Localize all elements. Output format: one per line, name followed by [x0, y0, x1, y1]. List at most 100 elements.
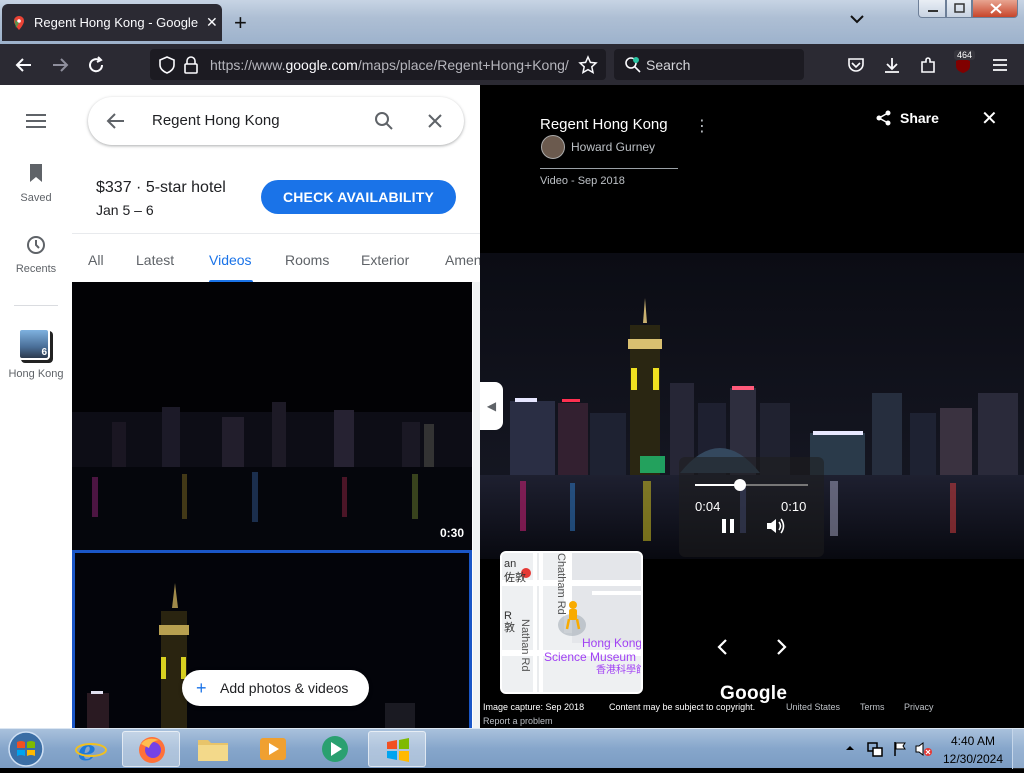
taskbar-firefox[interactable] — [122, 731, 180, 767]
address-bar[interactable]: https://www.google.com/maps/place/Regent… — [150, 49, 606, 80]
tab-close-icon[interactable]: ✕ — [206, 14, 218, 31]
windows-flag-icon — [387, 738, 409, 762]
back-arrow-icon[interactable] — [11, 52, 37, 78]
share-button[interactable]: Share — [876, 110, 939, 126]
extensions-icon[interactable] — [915, 52, 941, 78]
lock-icon[interactable] — [182, 56, 200, 74]
map-poi-chinese: 香港科學館 — [596, 663, 641, 676]
maps-left-rail: Saved Recents 6 Hong Kong — [0, 85, 72, 728]
plus-icon: + — [196, 678, 207, 698]
taskbar-media-player[interactable] — [244, 731, 302, 767]
bookmark-star-icon[interactable] — [578, 55, 598, 75]
add-photos-label: Add photos & videos — [220, 680, 349, 696]
close-viewer-icon[interactable]: ✕ — [981, 106, 998, 131]
seek-handle[interactable] — [734, 479, 747, 491]
reload-icon[interactable] — [83, 52, 109, 78]
more-options-icon[interactable]: ⋮ — [694, 116, 710, 136]
taskbar-windows-app[interactable] — [368, 731, 426, 767]
window-close-button[interactable] — [972, 0, 1018, 18]
video-thumbnail[interactable]: 0:30 — [72, 282, 472, 550]
add-photos-videos-button[interactable]: + Add photos & videos — [182, 670, 369, 706]
mini-map[interactable]: an 佐敦 R 敦 Nathan Rd Chatham Rd Hong Kong… — [500, 551, 643, 694]
next-arrow-icon[interactable] — [775, 637, 789, 657]
clock-date: 12/30/2024 — [942, 752, 1004, 766]
svg-text:敦: 敦 — [504, 620, 515, 634]
menu-icon[interactable] — [25, 113, 47, 129]
show-desktop-button[interactable] — [1012, 729, 1024, 769]
street-map: an 佐敦 R 敦 Nathan Rd Chatham Rd Hong Kong… — [502, 553, 641, 692]
media-player-icon — [260, 738, 286, 760]
region-link[interactable]: United States — [786, 702, 840, 712]
viewer-title: Regent Hong Kong — [540, 116, 668, 133]
firefox-icon — [139, 737, 165, 763]
total-time: 0:10 — [781, 499, 807, 514]
panel-scrollbar[interactable] — [473, 282, 480, 728]
terms-link[interactable]: Terms — [860, 702, 885, 712]
show-hidden-icons-icon[interactable] — [845, 743, 855, 753]
pause-icon[interactable] — [720, 517, 736, 535]
tab-latest[interactable]: Latest — [136, 252, 174, 268]
menu-hamburger-icon[interactable] — [987, 52, 1013, 78]
windows-taskbar: e 4:40 AM 12/30/2024 — [0, 728, 1024, 769]
svg-text:R: R — [504, 610, 512, 622]
tab-exterior[interactable]: Exterior — [361, 252, 409, 268]
bookmark-icon — [30, 164, 42, 182]
windows-logo-icon — [8, 731, 44, 767]
taskbar-app[interactable] — [306, 731, 364, 767]
recents-label: Recents — [15, 263, 57, 275]
previous-arrow-icon[interactable] — [715, 637, 729, 657]
stay-dates[interactable]: Jan 5 – 6 — [96, 202, 154, 218]
shield-icon[interactable] — [158, 56, 176, 74]
tab-all[interactable]: All — [88, 252, 104, 268]
report-problem-link[interactable]: Report a problem — [483, 716, 553, 726]
saved-button[interactable]: Saved — [0, 163, 72, 204]
share-label: Share — [900, 110, 939, 126]
header-divider — [540, 168, 678, 169]
maps-search-box[interactable]: Regent Hong Kong — [88, 97, 464, 145]
tab-amenities[interactable]: Amenities — [445, 252, 480, 268]
window-minimize-button[interactable] — [918, 0, 946, 18]
system-clock[interactable]: 4:40 AM 12/30/2024 — [940, 734, 1006, 767]
clear-search-icon[interactable] — [426, 112, 444, 130]
network-icon[interactable] — [866, 740, 884, 758]
copyright-notice: Content may be subject to copyright. — [609, 702, 756, 712]
tab-rooms[interactable]: Rooms — [285, 252, 329, 268]
window-restore-button[interactable] — [946, 0, 972, 18]
place-thumbnail: 6 — [18, 328, 50, 360]
clock-time: 4:40 AM — [950, 734, 996, 748]
share-icon — [876, 110, 891, 126]
taskbar-file-explorer[interactable] — [184, 731, 242, 767]
action-center-flag-icon[interactable] — [891, 740, 909, 758]
check-availability-button[interactable]: CHECK AVAILABILITY — [261, 180, 456, 214]
list-all-tabs-icon[interactable] — [848, 10, 866, 28]
rail-divider — [14, 305, 58, 306]
forward-arrow-icon[interactable] — [47, 52, 73, 78]
start-button[interactable] — [4, 730, 48, 768]
back-icon[interactable] — [106, 111, 126, 131]
pocket-icon[interactable] — [843, 52, 869, 78]
new-tab-icon[interactable]: + — [234, 10, 247, 36]
recents-button[interactable]: Recents — [0, 234, 72, 275]
privacy-link[interactable]: Privacy — [904, 702, 934, 712]
browser-tab[interactable]: Regent Hong Kong - Google Maps ✕ — [2, 4, 222, 41]
video-date: Video - Sep 2018 — [540, 175, 625, 187]
search-icon[interactable] — [374, 111, 394, 131]
tab-videos[interactable]: Videos — [209, 252, 252, 268]
volume-icon[interactable] — [765, 516, 787, 536]
night-skyline-thumbnail — [72, 282, 472, 550]
tab-title: Regent Hong Kong - Google Maps — [34, 15, 202, 30]
recent-place-hong-kong[interactable]: 6 Hong Kong — [0, 328, 72, 380]
browser-titlebar: Regent Hong Kong - Google Maps ✕ + — [0, 0, 1024, 44]
search-bar[interactable]: Search — [614, 49, 804, 80]
collapse-panel-button[interactable]: ◀ — [480, 382, 503, 430]
author-avatar[interactable] — [541, 135, 565, 159]
svg-text:e: e — [78, 734, 96, 767]
volume-muted-icon[interactable] — [914, 740, 934, 758]
author-name[interactable]: Howard Gurney — [571, 140, 655, 154]
map-road-nathan: Nathan Rd — [519, 619, 531, 672]
taskbar-internet-explorer[interactable]: e — [62, 731, 120, 767]
downloads-icon[interactable] — [879, 52, 905, 78]
url-text[interactable]: https://www.google.com/maps/place/Regent… — [210, 57, 570, 73]
search-input[interactable]: Regent Hong Kong — [152, 112, 280, 129]
video-duration: 0:30 — [439, 526, 464, 540]
